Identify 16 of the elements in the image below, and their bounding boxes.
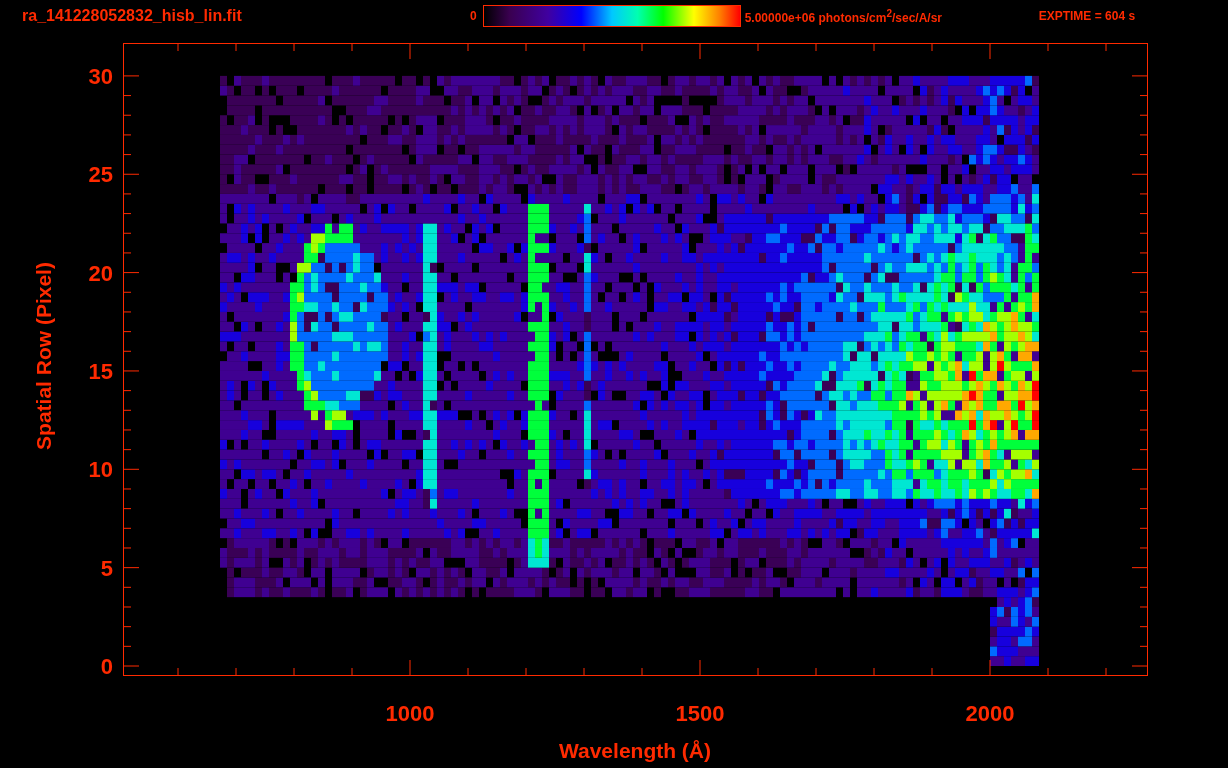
file-name: ra_141228052832_hisb_lin.fit <box>22 7 243 25</box>
y-tick-label: 25 <box>88 162 113 188</box>
y-tick-label: 30 <box>88 63 113 89</box>
x-tick-label: 1500 <box>675 701 725 726</box>
y-tick-label: 20 <box>88 260 113 286</box>
y-tick-label: 5 <box>100 555 113 581</box>
x-tick-label: 1000 <box>385 701 435 726</box>
x-tick-label: 2000 <box>965 701 1015 726</box>
x-axis-label: Wavelength (Å) <box>558 739 712 762</box>
y-tick-label: 0 <box>100 654 113 679</box>
y-tick-label: 10 <box>88 457 113 483</box>
colorbar-min-label: 0 <box>470 9 477 23</box>
y-axis-label: Spatial Row (Pixel) <box>32 262 55 450</box>
colorbar-max-label: 5.00000e+06 photons/cm$^{2}$/sec/A/sr <box>744 7 944 25</box>
y-tick-label: 15 <box>88 358 113 384</box>
exposure-time: EXPTIME = 604 s <box>1038 9 1136 23</box>
